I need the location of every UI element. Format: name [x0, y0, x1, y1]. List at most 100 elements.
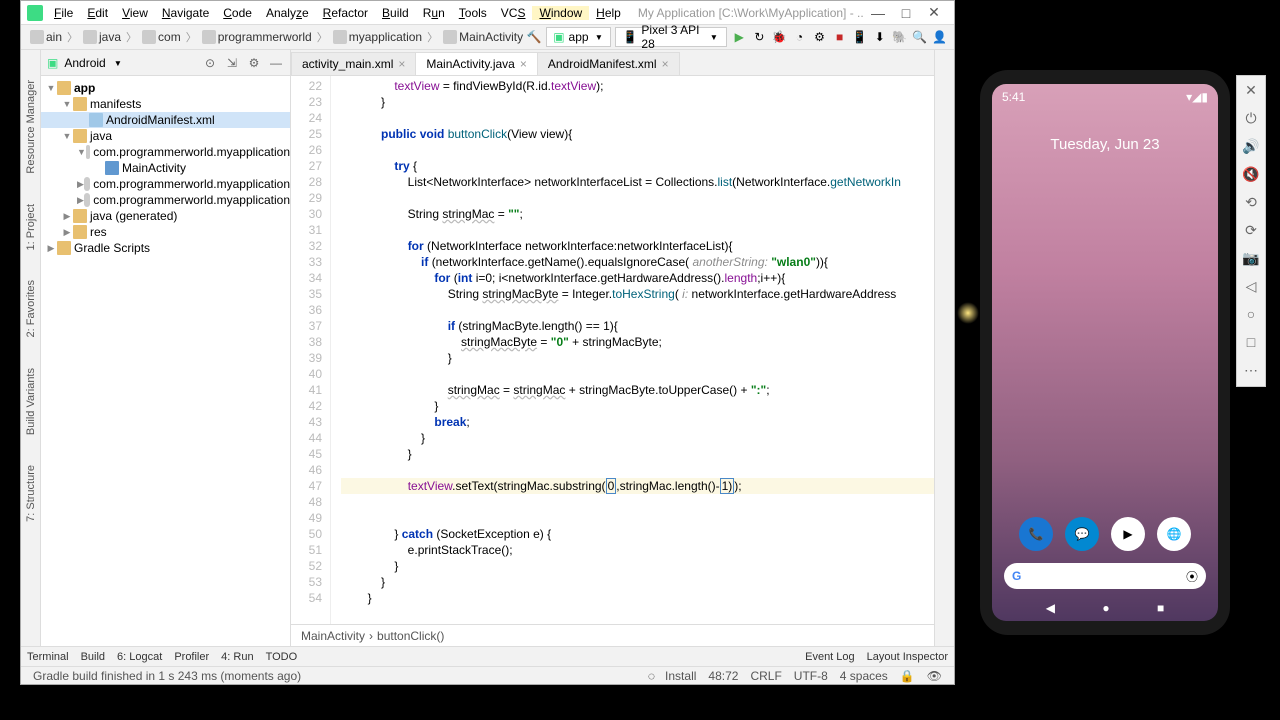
- close-button[interactable]: ✕: [920, 4, 948, 21]
- tool-tab-layout-inspector[interactable]: Layout Inspector: [867, 651, 948, 663]
- menu-view[interactable]: View: [115, 6, 155, 20]
- home-button[interactable]: ●: [1102, 601, 1109, 615]
- attach-debugger-icon[interactable]: ⚙: [812, 28, 828, 46]
- crumb-java[interactable]: java: [80, 30, 124, 44]
- tool-tab-terminal[interactable]: Terminal: [27, 651, 69, 663]
- tree-node-app[interactable]: ▼app: [41, 80, 290, 96]
- profile-icon[interactable]: ◔: [791, 28, 807, 46]
- tool-tab----logcat[interactable]: 6: Logcat: [117, 651, 162, 663]
- assistant-icon[interactable]: ⦿: [1186, 568, 1198, 585]
- emu-btn[interactable]: ✕: [1242, 82, 1260, 100]
- profile-icon[interactable]: 👤: [932, 28, 948, 46]
- stop-button[interactable]: ■: [832, 28, 848, 46]
- dock-phone-icon[interactable]: 📞: [1019, 517, 1053, 551]
- crumb-com[interactable]: com: [139, 30, 184, 44]
- phone-search-bar[interactable]: G ⦿: [1004, 563, 1206, 589]
- emu-btn[interactable]: □: [1242, 334, 1260, 352]
- code-content[interactable]: textView = findViewById(R.id.textView); …: [331, 76, 934, 624]
- tree-node-gradle[interactable]: ▶Gradle Scripts: [41, 240, 290, 256]
- rail-resource-manager[interactable]: Resource Manager: [25, 80, 37, 174]
- tree-node-package[interactable]: ▼com.programmerworld.myapplication: [41, 144, 290, 160]
- emu-btn[interactable]: 📷: [1242, 250, 1260, 268]
- status-position[interactable]: 48:72: [702, 669, 744, 683]
- tree-node-package[interactable]: ▶com.programmerworld.myapplication: [41, 192, 290, 208]
- dock-messages-icon[interactable]: 💬: [1065, 517, 1099, 551]
- maximize-button[interactable]: □: [892, 5, 920, 21]
- run-config-device[interactable]: 📱 Pixel 3 API 28 ▼: [615, 27, 727, 47]
- lock-icon[interactable]: 🔒: [894, 669, 921, 683]
- search-icon[interactable]: 🔍: [912, 28, 928, 46]
- menu-code[interactable]: Code: [216, 6, 259, 20]
- editor-tab-MainActivity-java[interactable]: MainActivity.java×: [415, 52, 538, 75]
- run-button[interactable]: ▶: [731, 28, 747, 46]
- tree-node-android-manifest[interactable]: AndroidManifest.xml: [41, 112, 290, 128]
- emu-btn[interactable]: ⏻: [1242, 110, 1260, 128]
- crumb-programmerworld[interactable]: programmerworld: [199, 30, 315, 44]
- rail-favorites[interactable]: 2: Favorites: [25, 280, 37, 337]
- project-tree[interactable]: ▼app ▼manifests AndroidManifest.xml ▼jav…: [41, 76, 290, 646]
- recents-button[interactable]: ■: [1157, 601, 1164, 615]
- menu-help[interactable]: Help: [589, 6, 628, 20]
- crumb-method[interactable]: buttonClick(): [377, 629, 444, 643]
- menu-analyze[interactable]: Analyze: [259, 6, 316, 20]
- close-icon[interactable]: ×: [662, 57, 669, 71]
- hide-icon[interactable]: —: [268, 56, 284, 70]
- back-button[interactable]: ◀: [1046, 601, 1055, 615]
- gear-icon[interactable]: ⚙: [246, 56, 262, 70]
- emu-btn[interactable]: ⋯: [1242, 362, 1260, 380]
- code-editor[interactable]: 2223242526272829303132333435363738394041…: [291, 76, 934, 624]
- emu-btn[interactable]: ⟲: [1242, 194, 1260, 212]
- rail-project[interactable]: 1: Project: [25, 204, 37, 250]
- crumb-myapplication[interactable]: myapplication: [330, 30, 425, 44]
- tool-tab-todo[interactable]: TODO: [266, 651, 298, 663]
- status-eol[interactable]: CRLF: [744, 669, 787, 683]
- tree-node-package[interactable]: ▶com.programmerworld.myapplication: [41, 176, 290, 192]
- rail-structure[interactable]: 7: Structure: [25, 465, 37, 522]
- apply-changes-icon[interactable]: ↻: [751, 28, 767, 46]
- tool-tab-profiler[interactable]: Profiler: [174, 651, 209, 663]
- menu-build[interactable]: Build: [375, 6, 416, 20]
- tool-tab----run[interactable]: 4: Run: [221, 651, 253, 663]
- tree-node-java[interactable]: ▼java: [41, 128, 290, 144]
- collapse-icon[interactable]: ⇲: [224, 56, 240, 70]
- editor-tab-AndroidManifest-xml[interactable]: AndroidManifest.xml×: [537, 52, 680, 75]
- status-encoding[interactable]: UTF-8: [788, 669, 834, 683]
- sdk-manager-icon[interactable]: ⬇: [872, 28, 888, 46]
- menu-window[interactable]: Window: [532, 6, 589, 20]
- close-icon[interactable]: ×: [520, 57, 527, 71]
- editor-tab-activity_main-xml[interactable]: activity_main.xml×: [291, 52, 416, 75]
- inspector-icon[interactable]: 👁: [921, 669, 948, 683]
- hammer-icon[interactable]: 🔨: [526, 28, 542, 46]
- sync-icon[interactable]: 🐘: [892, 28, 908, 46]
- close-icon[interactable]: ×: [398, 57, 405, 71]
- tree-node-manifests[interactable]: ▼manifests: [41, 96, 290, 112]
- menu-refactor[interactable]: Refactor: [316, 6, 375, 20]
- tool-tab-event-log[interactable]: Event Log: [805, 651, 855, 663]
- menu-edit[interactable]: Edit: [80, 6, 115, 20]
- tree-node-res[interactable]: ▶res: [41, 224, 290, 240]
- menu-tools[interactable]: Tools: [452, 6, 494, 20]
- emu-btn[interactable]: 🔇: [1242, 166, 1260, 184]
- menu-vcs[interactable]: VCS: [494, 6, 533, 20]
- project-view-selector[interactable]: Android: [64, 56, 105, 70]
- dock-chrome-icon[interactable]: 🌐: [1157, 517, 1191, 551]
- phone-screen[interactable]: 5:41 ▾◢▮ Tuesday, Jun 23 📞 💬 ▶ 🌐 G ⦿ ◀ ●…: [992, 84, 1218, 621]
- run-config-app[interactable]: ▣ app ▼: [546, 27, 611, 47]
- crumb-class[interactable]: MainActivity: [301, 629, 365, 643]
- menu-navigate[interactable]: Navigate: [155, 6, 216, 20]
- emu-btn[interactable]: ⟳: [1242, 222, 1260, 240]
- minimize-button[interactable]: —: [864, 5, 892, 21]
- avd-manager-icon[interactable]: 📱: [852, 28, 868, 46]
- emu-btn[interactable]: 🔊: [1242, 138, 1260, 156]
- dock-play-icon[interactable]: ▶: [1111, 517, 1145, 551]
- tool-tab-build[interactable]: Build: [81, 651, 105, 663]
- tree-node-main-activity[interactable]: MainActivity: [41, 160, 290, 176]
- emu-btn[interactable]: ○: [1242, 306, 1260, 324]
- debug-icon[interactable]: 🐞: [771, 28, 787, 46]
- crumb-MainActivity[interactable]: MainActivity: [440, 30, 526, 44]
- rail-build-variants[interactable]: Build Variants: [25, 368, 37, 435]
- locate-icon[interactable]: ⊙: [202, 56, 218, 70]
- crumb-ain[interactable]: ain: [27, 30, 65, 44]
- menu-run[interactable]: Run: [416, 6, 452, 20]
- menu-file[interactable]: File: [47, 6, 80, 20]
